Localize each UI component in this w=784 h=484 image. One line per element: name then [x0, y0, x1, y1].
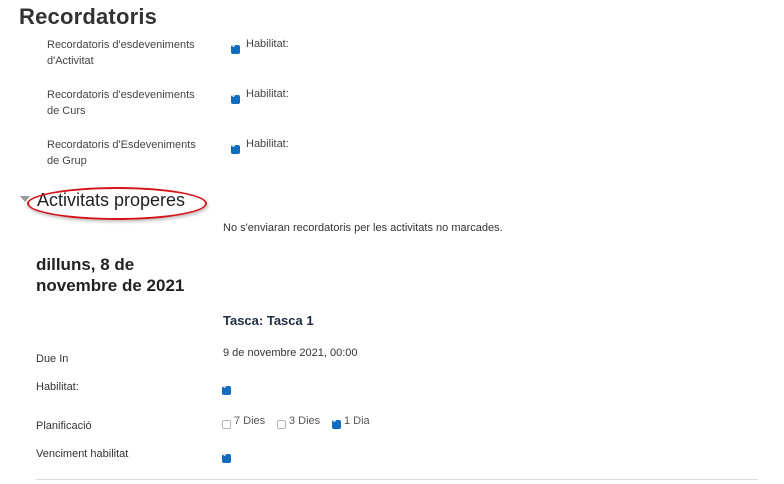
- reminder-group-enabled-label: Habilitat:: [246, 138, 289, 150]
- date-heading-line2: novembre de 2021: [36, 276, 185, 295]
- divider: [36, 479, 758, 480]
- checkbox-unchecked-icon: [277, 420, 286, 429]
- task-enabled-checkbox[interactable]: [222, 382, 231, 395]
- reminder-label-course: Recordatoris d'esdeveniments de Curs: [47, 87, 217, 119]
- checkbox-checked-icon: [222, 454, 231, 463]
- date-heading-line1: dilluns, 8 de: [36, 255, 135, 274]
- due-in-value: 9 de novembre 2021, 00:00: [223, 347, 358, 359]
- due-in-label: Due In: [36, 353, 69, 365]
- checkbox-checked-icon: [222, 386, 231, 395]
- checkbox-checked-icon: [332, 420, 341, 429]
- checkbox-checked-icon: [231, 95, 240, 104]
- schedule-3-days-checkbox[interactable]: [277, 416, 286, 429]
- annotation-ellipse: [27, 187, 207, 220]
- schedule-7-days-label: 7 Dies: [234, 415, 266, 427]
- reminder-label-line2: d'Activitat: [47, 55, 94, 67]
- task-title: Tasca: Tasca 1: [223, 313, 314, 328]
- checkbox-checked-icon: [231, 45, 240, 54]
- reminder-label-line1: Recordatoris d'esdeveniments: [47, 89, 195, 101]
- reminder-label-group: Recordatoris d'Esdeveniments de Grup: [47, 137, 217, 169]
- enabled-label: Habilitat:: [36, 381, 79, 393]
- schedule-3-days-label: 3 Dies: [289, 415, 321, 427]
- reminder-label-line1: Recordatoris d'Esdeveniments: [47, 139, 196, 151]
- schedule-7-days-checkbox[interactable]: [222, 416, 231, 429]
- reminder-label-line2: de Curs: [47, 105, 86, 117]
- unchecked-note: No s'enviaran recordatoris per les activ…: [223, 222, 503, 234]
- due-enabled-checkbox[interactable]: [222, 450, 231, 463]
- reminder-activity-enabled-label: Habilitat:: [246, 38, 289, 50]
- reminder-activity-checkbox[interactable]: [231, 41, 240, 54]
- schedule-1-day-label: 1 Dia: [344, 415, 370, 427]
- reminder-label-line2: de Grup: [47, 155, 87, 167]
- schedule-1-day-checkbox[interactable]: [332, 416, 341, 429]
- reminder-label-activity: Recordatoris d'esdeveniments d'Activitat: [47, 37, 217, 69]
- checkbox-checked-icon: [231, 145, 240, 154]
- reminder-course-checkbox[interactable]: [231, 91, 240, 104]
- schedule-label: Planificació: [36, 420, 92, 432]
- date-heading: dilluns, 8 de novembre de 2021: [36, 254, 206, 296]
- reminder-label-line1: Recordatoris d'esdeveniments: [47, 39, 195, 51]
- reminder-course-enabled-label: Habilitat:: [246, 88, 289, 100]
- checkbox-unchecked-icon: [222, 420, 231, 429]
- reminder-group-checkbox[interactable]: [231, 141, 240, 154]
- due-enabled-label: Venciment habilitat: [36, 448, 129, 460]
- page-title: Recordatoris: [19, 4, 158, 29]
